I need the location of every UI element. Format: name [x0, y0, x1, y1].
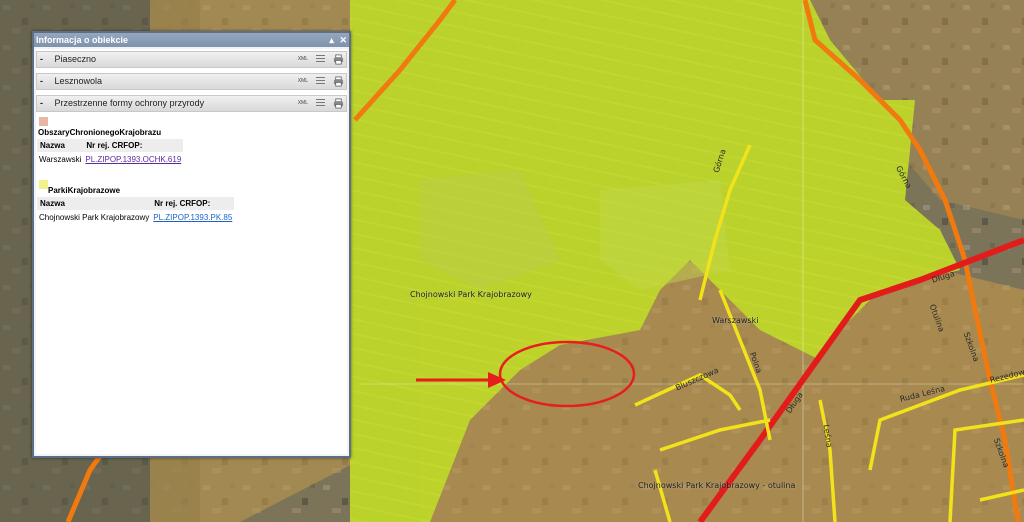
object-info-panel: Informacja o obiekcie ▴ ✕ - Piaseczno XM… [32, 31, 351, 458]
map-label-otulina: Chojnowski Park Krajobrazowy - otulina [638, 481, 796, 490]
panel-body: - Piaseczno XML - Lesznowola XML - Przes… [36, 49, 347, 454]
list-icon[interactable] [316, 55, 326, 64]
collapse-toggle[interactable]: - [40, 52, 50, 67]
close-icon[interactable]: ✕ [339, 35, 347, 45]
xml-export-icon[interactable]: XML [298, 78, 308, 84]
section-nature-protection[interactable]: - Przestrzenne formy ochrony przyrody XM… [36, 95, 347, 112]
table-row: Warszawski PL.ZIPOP.1393.OCHK.619 [37, 153, 183, 167]
section-title: Lesznowola [54, 76, 103, 86]
print-icon[interactable] [333, 76, 344, 87]
crfop-link[interactable]: PL.ZIPOP.1393.PK.85 [153, 213, 232, 222]
layer-color-swatch [39, 180, 48, 189]
panel-header[interactable]: Informacja o obiekcie ▴ ✕ [34, 33, 349, 47]
map-label-warszawski: Warszawski [712, 316, 759, 325]
xml-export-icon[interactable]: XML [298, 56, 308, 62]
collapse-toggle[interactable]: - [40, 96, 50, 111]
attribute-table-pk: Nazwa Nr rej. CRFOP: Chojnowski Park Kra… [37, 197, 235, 225]
crfop-link[interactable]: PL.ZIPOP.1393.OCHK.619 [85, 155, 181, 164]
print-icon[interactable] [333, 54, 344, 65]
park-fields-2 [600, 180, 730, 290]
cell-name: Chojnowski Park Krajobrazowy [39, 213, 150, 222]
section-piaseczno[interactable]: - Piaseczno XML [36, 51, 347, 68]
print-icon[interactable] [333, 98, 344, 109]
layer-title-ochk: ObszaryChronionegoKrajobrazu [38, 128, 162, 137]
section-lesznowola[interactable]: - Lesznowola XML [36, 73, 347, 90]
minimize-icon[interactable]: ▴ [329, 35, 334, 45]
list-icon[interactable] [316, 99, 326, 108]
table-row: Chojnowski Park Krajobrazowy PL.ZIPOP.13… [37, 211, 234, 225]
layer-title-pk: ParkiKrajobrazowe [48, 186, 121, 195]
cell-name: Warszawski [39, 155, 82, 164]
column-header-name: Nazwa [37, 197, 152, 211]
collapse-toggle[interactable]: - [40, 74, 50, 89]
map-label-park: Chojnowski Park Krajobrazowy [410, 290, 532, 299]
list-icon[interactable] [316, 77, 326, 86]
section-title: Przestrzenne formy ochrony przyrody [54, 98, 205, 108]
column-header-name: Nazwa [37, 139, 84, 153]
xml-export-icon[interactable]: XML [298, 100, 308, 106]
layer-color-swatch [39, 117, 48, 126]
attribute-table-ochk: Nazwa Nr rej. CRFOP: Warszawski PL.ZIPOP… [37, 139, 184, 167]
section-title: Piaseczno [54, 54, 97, 64]
column-header-crfop: Nr rej. CRFOP: [151, 197, 235, 211]
column-header-crfop: Nr rej. CRFOP: [83, 139, 184, 153]
panel-title: Informacja o obiekcie [36, 35, 129, 45]
